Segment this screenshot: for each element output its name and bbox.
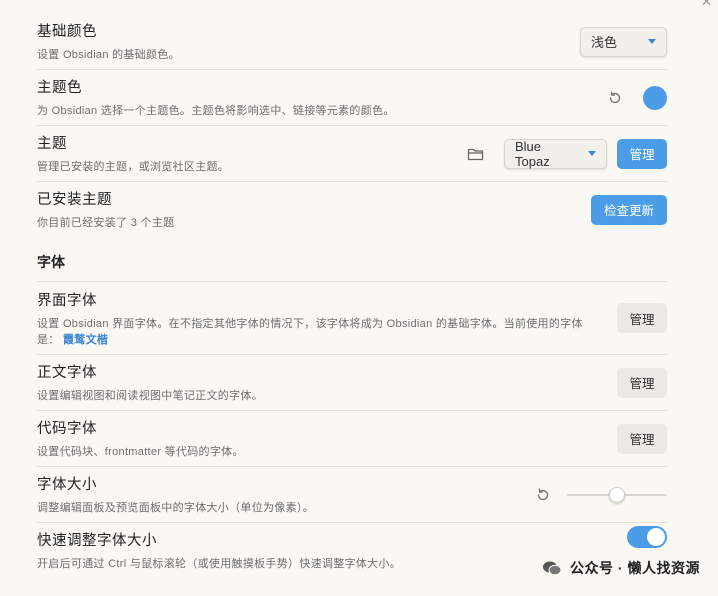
setting-name: 基础颜色: [37, 24, 97, 40]
reset-icon[interactable]: [533, 485, 553, 505]
setting-name: 主题: [37, 136, 67, 152]
setting-name: 字体大小: [37, 477, 97, 493]
watermark: 公众号 · 懒人找资源: [542, 558, 700, 578]
manage-interface-font-button[interactable]: 管理: [617, 303, 667, 333]
toggle-knob: [647, 528, 665, 546]
setting-name: 正文字体: [37, 365, 97, 381]
setting-interface-font: 界面字体 设置 Obsidian 界面字体。在不指定其他字体的情况下，该字体将成…: [37, 281, 667, 354]
chevron-down-icon: [588, 151, 596, 156]
setting-code-font: 代码字体 设置代码块、frontmatter 等代码的字体。 管理: [37, 410, 667, 466]
folder-icon[interactable]: [466, 144, 486, 164]
setting-description: 调整编辑面板及预览面板中的字体大小（单位为像素）。: [37, 502, 314, 514]
slider-thumb[interactable]: [609, 486, 625, 503]
section-heading: 字体: [37, 254, 65, 270]
theme-dropdown[interactable]: Blue Topaz: [504, 138, 607, 169]
close-icon[interactable]: ✕: [701, 0, 712, 10]
setting-name: 快速调整字体大小: [37, 533, 157, 549]
fonts-section: 字体: [37, 237, 667, 281]
setting-description: 开启后可通过 Ctrl 与鼠标滚轮（或使用触摸板手势）快速调整字体大小。: [37, 558, 402, 570]
check-updates-button[interactable]: 检查更新: [591, 194, 667, 225]
setting-description: 管理已安装的主题，或浏览社区主题。: [37, 161, 230, 173]
current-font-name: 霞鹜文楷: [62, 333, 109, 346]
setting-name: 主题色: [37, 80, 82, 96]
appearance-settings: 基础颜色 设置 Obsidian 的基础颜色。 浅色 主题色 为 Obsidia…: [37, 14, 667, 578]
dropdown-value: 浅色: [591, 35, 618, 50]
setting-description: 设置代码块、frontmatter 等代码的字体。: [37, 446, 244, 458]
font-size-slider[interactable]: [567, 485, 667, 505]
chevron-down-icon: [648, 39, 656, 44]
accent-color-picker[interactable]: [643, 85, 667, 110]
setting-name: 已安装主题: [37, 192, 112, 208]
setting-description: 设置 Obsidian 界面字体。在不指定其他字体的情况下，该字体将成为 Obs…: [37, 317, 583, 346]
manage-code-font-button[interactable]: 管理: [617, 423, 667, 454]
manage-themes-button[interactable]: 管理: [617, 138, 667, 169]
reset-icon[interactable]: [605, 88, 625, 108]
base-color-dropdown[interactable]: 浅色: [580, 26, 667, 57]
setting-name: 代码字体: [37, 421, 97, 437]
setting-theme: 主题 管理已安装的主题，或浏览社区主题。 Blue Topaz 管理: [37, 125, 667, 181]
setting-description: 为 Obsidian 选择一个主题色。主题色将影响选中、链接等元素的颜色。: [37, 105, 395, 117]
setting-text-font: 正文字体 设置编辑视图和阅读视图中笔记正文的字体。 管理: [37, 354, 667, 410]
setting-font-size: 字体大小 调整编辑面板及预览面板中的字体大小（单位为像素）。: [37, 466, 667, 522]
setting-base-color: 基础颜色 设置 Obsidian 的基础颜色。 浅色: [37, 14, 667, 69]
manage-text-font-button[interactable]: 管理: [617, 367, 667, 398]
quick-font-size-toggle[interactable]: [627, 526, 667, 548]
setting-description: 设置编辑视图和阅读视图中笔记正文的字体。: [37, 390, 263, 402]
setting-installed-themes: 已安装主题 你目前已经安装了 3 个主题 检查更新: [37, 181, 667, 237]
setting-description: 设置 Obsidian 的基础颜色。: [37, 49, 180, 61]
wechat-logo-icon: [543, 561, 562, 576]
setting-name: 界面字体: [37, 292, 97, 309]
setting-description: 你目前已经安装了 3 个主题: [37, 217, 175, 229]
dropdown-value: Blue Topaz: [515, 138, 550, 169]
watermark-text: 公众号 · 懒人找资源: [570, 560, 700, 576]
setting-accent-color: 主题色 为 Obsidian 选择一个主题色。主题色将影响选中、链接等元素的颜色…: [37, 69, 667, 125]
